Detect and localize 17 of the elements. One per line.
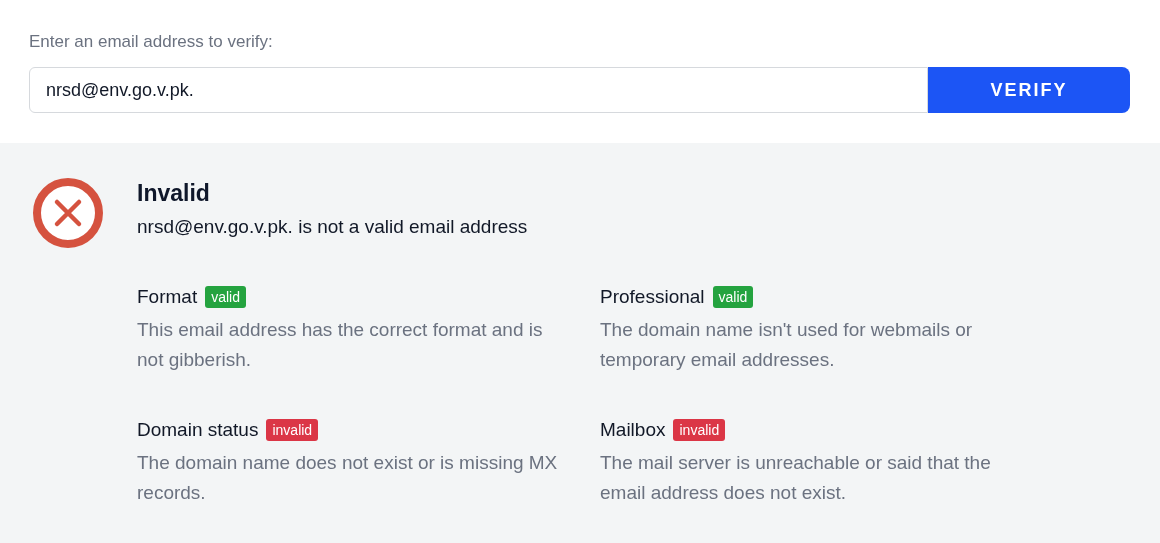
- field-label: Enter an email address to verify:: [29, 31, 274, 53]
- status-badge: valid: [205, 286, 246, 308]
- check-description: The domain name isn't used for webmails or temporary email addresses.: [600, 318, 974, 372]
- check-name: Mailbox: [600, 418, 666, 442]
- check-description: The domain name does not exist or is missing MX records.: [137, 451, 559, 505]
- check-name: Professional: [600, 285, 705, 309]
- status-badge: valid: [712, 286, 754, 308]
- status-badge: invalid: [266, 419, 319, 441]
- email-field[interactable]: nrsd@env.go.v.pk.: [29, 67, 928, 113]
- result-message: nrsd@env.go.v.pk. is not a valid email address: [137, 215, 529, 239]
- check-description: The mail server is unreachable or said that the email address does not exist.: [600, 451, 992, 505]
- check-name: Format: [137, 285, 198, 309]
- result-title: Invalid: [137, 179, 211, 208]
- check-description: This email address has the correct format and is not gibberish.: [137, 318, 544, 372]
- check-name: Domain status: [137, 418, 259, 442]
- verify-button[interactable]: VERIFY: [928, 67, 1130, 113]
- status-badge: invalid: [673, 419, 726, 441]
